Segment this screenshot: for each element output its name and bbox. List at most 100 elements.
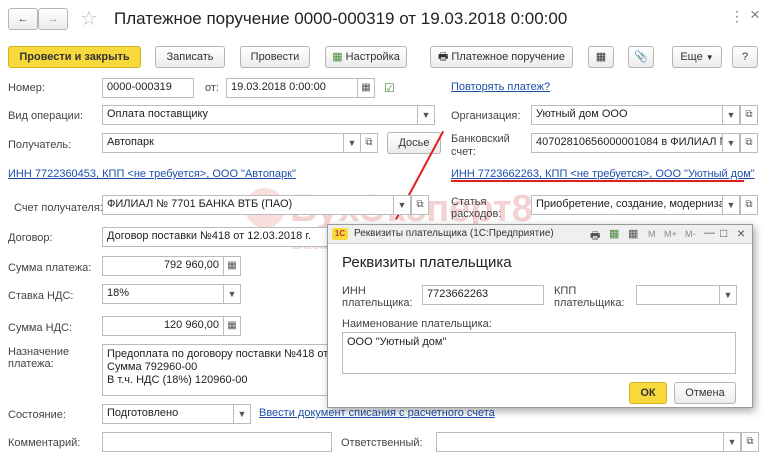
print-payment-order-button[interactable]: 🖶 Платежное поручение: [430, 46, 573, 68]
dialog-ok-button[interactable]: ОК: [629, 382, 667, 404]
payer-inn-field[interactable]: 7723662263: [422, 285, 544, 305]
payer-name-textarea[interactable]: ООО "Уютный дом": [342, 332, 736, 374]
more-button[interactable]: Еще ▼: [672, 46, 722, 68]
open-icon: ⧉: [745, 137, 753, 148]
dialog-minimize-icon[interactable]: —: [704, 227, 715, 239]
dialog-cancel-button[interactable]: Отмена: [674, 382, 736, 404]
dialog-heading: Реквизиты плательщика: [342, 254, 512, 271]
dialog-title: Реквизиты плательщика (1С:Предприятие): [354, 228, 554, 239]
window-title: Платежное поручение 0000-000319 от 19.03…: [114, 9, 568, 28]
dialog-memory-plus-button[interactable]: M+: [664, 229, 677, 239]
bank-account-dropdown[interactable]: ▼: [722, 133, 740, 153]
date-field[interactable]: 19.03.2018 0:00:00: [226, 78, 358, 98]
dialog-close-icon[interactable]: ×: [737, 225, 745, 241]
bank-account-field[interactable]: 40702810656000001084 в ФИЛИАЛ №: [531, 133, 723, 153]
payer-name-label: Наименование плательщика:: [342, 318, 492, 330]
save-button[interactable]: Записать: [155, 46, 225, 68]
recipient-field[interactable]: Автопарк: [102, 133, 344, 153]
operation-label: Вид операции:: [8, 110, 84, 122]
amount-field[interactable]: 792 960,00: [102, 256, 224, 276]
close-icon[interactable]: ×: [750, 5, 760, 25]
vat-calculator-button[interactable]: ▦: [223, 316, 241, 336]
operation-field[interactable]: Оплата поставщику: [102, 105, 418, 125]
dialog-titlebar: 1С Реквизиты плательщика (1С:Предприятие…: [328, 225, 752, 244]
dialog-memory-minus-button[interactable]: M-: [685, 229, 696, 239]
recipient-account-open-button[interactable]: ⧉: [411, 195, 429, 215]
help-button[interactable]: ?: [732, 46, 758, 68]
status-dropdown[interactable]: ▼: [233, 404, 251, 424]
payer-kpp-label-2: плательщика:: [554, 297, 625, 309]
more-label: Еще: [680, 51, 703, 63]
purpose-line: В т.ч. НДС (18%) 120960-00: [107, 374, 248, 386]
structure-button[interactable]: ▦: [588, 46, 614, 68]
print-label: Платежное поручение: [451, 51, 566, 63]
responsible-dropdown[interactable]: ▼: [723, 432, 741, 452]
recipient-account-dropdown[interactable]: ▼: [393, 195, 411, 215]
payer-inn-link[interactable]: ИНН 7723662263, КПП <не требуется>, ООО …: [451, 168, 755, 180]
contract-field[interactable]: Договор поставки №418 от 12.03.2018 г.: [102, 227, 328, 247]
vat-rate-field[interactable]: 18%: [102, 284, 224, 304]
dialog-memory-button[interactable]: M: [648, 229, 656, 239]
structure-icon: ▦: [595, 51, 607, 63]
vat-rate-label: Ставка НДС:: [8, 290, 74, 302]
calculator-icon: ▦: [227, 320, 237, 331]
number-label: Номер:: [8, 82, 45, 94]
calendar-button[interactable]: ▦: [357, 78, 375, 98]
vat-rate-dropdown[interactable]: ▼: [223, 284, 241, 304]
settings-button[interactable]: ▦ Настройка: [325, 46, 407, 68]
dialog-print-icon[interactable]: 🖶: [590, 227, 600, 246]
vat-amount-field[interactable]: 120 960,00: [102, 316, 224, 336]
recipient-inn-link[interactable]: ИНН 7722360453, КПП <не требуется>, ООО …: [8, 168, 296, 180]
favorite-star-icon[interactable]: ☆: [80, 6, 98, 31]
comment-label: Комментарий:: [8, 437, 81, 449]
recipient-account-field[interactable]: ФИЛИАЛ № 7701 БАНКА ВТБ (ПАО): [102, 195, 394, 215]
back-button[interactable]: ←: [8, 8, 38, 30]
dialog-calendar-icon[interactable]: ▦: [628, 227, 638, 240]
amount-calculator-button[interactable]: ▦: [223, 256, 241, 276]
settings-icon: ▦: [332, 51, 343, 63]
recipient-dropdown[interactable]: ▼: [343, 133, 361, 153]
payer-kpp-field[interactable]: [636, 285, 720, 305]
purpose-textarea[interactable]: Предоплата по договору поставки №418 от …: [102, 344, 330, 396]
payer-kpp-dropdown[interactable]: ▼: [719, 285, 737, 305]
contract-label: Договор:: [8, 232, 53, 244]
dialog-table-icon[interactable]: ▦: [609, 227, 619, 240]
dialog-logo: 1С: [332, 228, 348, 240]
dialog-maximize-icon[interactable]: □: [720, 226, 727, 240]
expense-open-button[interactable]: ⧉: [740, 195, 758, 215]
calculator-icon: ▦: [227, 260, 237, 271]
calendar-icon: ▦: [361, 82, 371, 93]
writeoff-link[interactable]: Ввести документ списания с расчетного сч…: [259, 407, 495, 419]
organization-dropdown[interactable]: ▼: [722, 105, 740, 125]
repeat-payment-link[interactable]: Повторять платеж?: [451, 81, 550, 93]
comment-field[interactable]: [102, 432, 332, 452]
purpose-line: Предоплата по договору поставки №418 от …: [107, 348, 330, 360]
organization-open-button[interactable]: ⧉: [740, 105, 758, 125]
check-icon: ☑: [384, 81, 395, 95]
payer-kpp-label-1: КПП: [554, 285, 577, 297]
recipient-open-button[interactable]: ⧉: [360, 133, 378, 153]
post-and-close-button[interactable]: Провести и закрыть: [8, 46, 141, 68]
status-field[interactable]: Подготовлено: [102, 404, 234, 424]
recipient-account-label: Счет получателя:: [14, 202, 103, 214]
expense-label-1: Статья: [451, 196, 487, 208]
post-button[interactable]: Провести: [240, 46, 310, 68]
purpose-label-2: платежа:: [8, 358, 54, 370]
printer-icon: 🖶: [437, 51, 449, 63]
operation-dropdown[interactable]: ▼: [417, 105, 435, 125]
expense-field[interactable]: Приобретение, создание, модернизац: [531, 195, 723, 215]
number-field[interactable]: 0000-000319: [102, 78, 194, 98]
settings-label: Настройка: [345, 51, 400, 63]
attach-button[interactable]: 📎: [628, 46, 654, 68]
organization-field[interactable]: Уютный дом ООО: [531, 105, 723, 125]
payer-inn-label-1: ИНН: [342, 285, 366, 297]
responsible-field[interactable]: [436, 432, 724, 452]
bank-account-open-button[interactable]: ⧉: [740, 133, 758, 153]
bank-account-label-1: Банковский: [451, 133, 510, 145]
expense-label-2: расходов:: [451, 208, 502, 220]
forward-button[interactable]: →: [38, 8, 68, 30]
more-icon[interactable]: ⋮: [730, 8, 744, 25]
expense-dropdown[interactable]: ▼: [722, 195, 740, 215]
purpose-line: Сумма 792960-00: [107, 361, 198, 373]
responsible-open-button[interactable]: ⧉: [741, 432, 759, 452]
